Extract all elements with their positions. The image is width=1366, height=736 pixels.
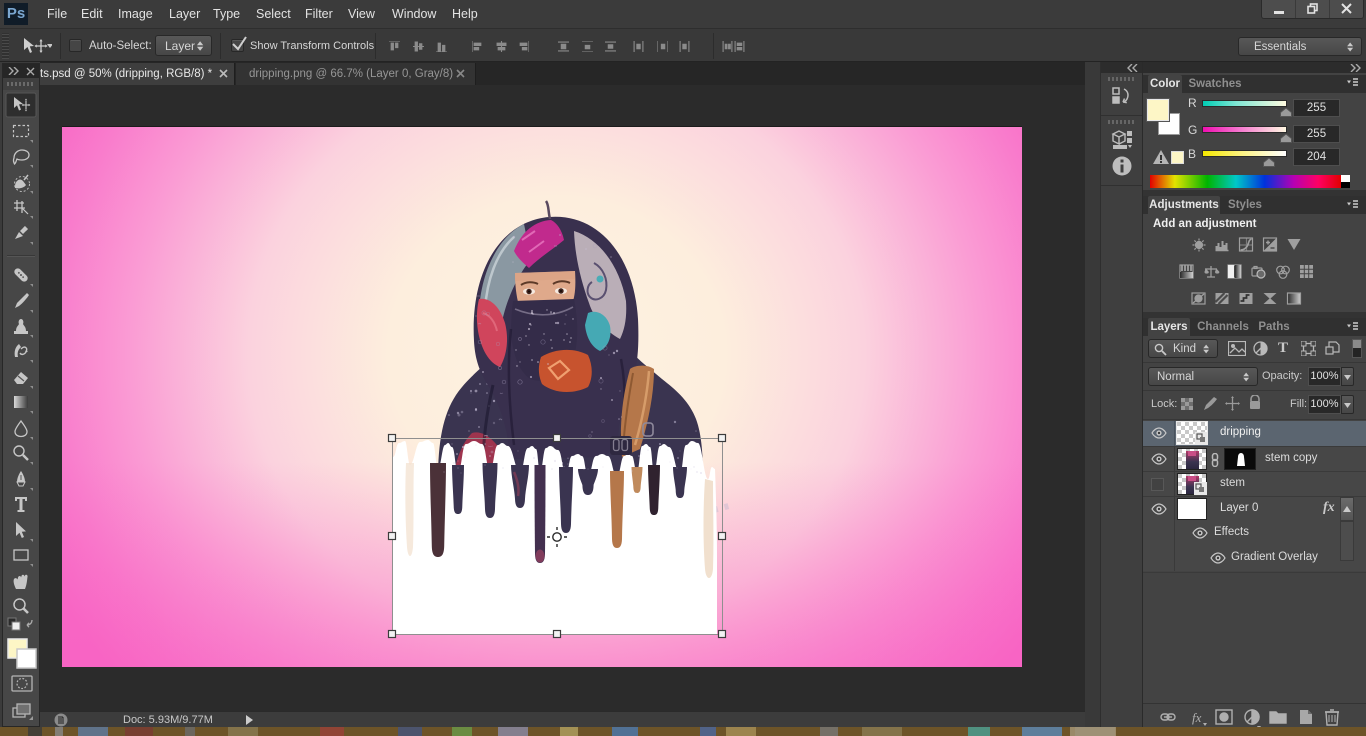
svg-text:fx: fx xyxy=(1192,710,1202,725)
